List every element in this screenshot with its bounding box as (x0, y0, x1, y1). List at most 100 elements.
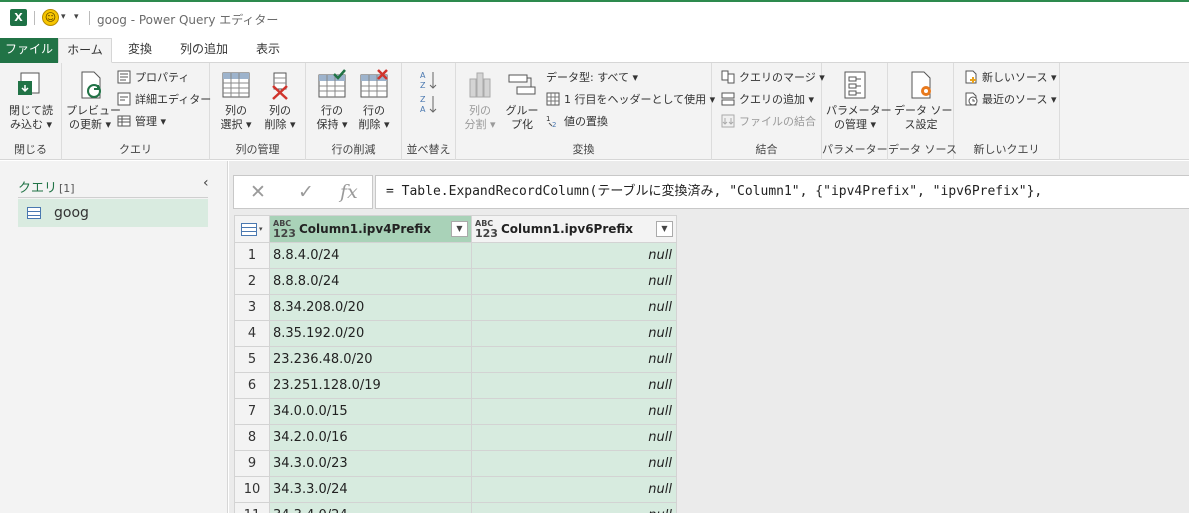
cell-ipv4[interactable]: 34.3.3.0/24 (269, 476, 472, 503)
filter-dropdown-icon[interactable]: ▼ (451, 221, 468, 237)
row-number[interactable]: 10 (234, 476, 270, 503)
refresh-preview-button[interactable]: プレビュー の更新 ▾ (66, 69, 121, 132)
sort-group-label: 並べ替え (406, 143, 451, 156)
cancel-formula-icon[interactable]: ✕ (250, 181, 266, 203)
row-number[interactable]: 4 (234, 320, 270, 347)
cell-ipv4[interactable]: 34.3.0.0/23 (269, 450, 472, 477)
tab-add-column[interactable]: 列の追加 (170, 38, 238, 63)
keep-rows-label-2: 保持 ▾ (316, 118, 348, 131)
cell-ipv4[interactable]: 8.8.8.0/24 (269, 268, 472, 295)
split-column-button[interactable]: 列の 分割 ▾ (460, 69, 500, 132)
manage-parameters-icon (839, 69, 871, 101)
merge-queries-button[interactable]: クエリのマージ ▾ (721, 69, 825, 87)
cell-ipv4[interactable]: 8.35.192.0/20 (269, 320, 472, 347)
remove-rows-button[interactable]: 行の 削除 ▾ (354, 69, 394, 132)
excel-icon[interactable]: X (10, 9, 27, 26)
table-row: 8 34.2.0.0/16 null (234, 424, 677, 451)
cell-ipv6[interactable]: null (471, 294, 677, 321)
row-number[interactable]: 11 (234, 502, 270, 513)
tab-transform[interactable]: 変換 (114, 38, 166, 63)
column-header-ipv6[interactable]: ABC 123 Column1.ipv6Prefix ▼ (471, 215, 677, 243)
table-row: 6 23.251.128.0/19 null (234, 372, 677, 399)
keep-rows-button[interactable]: 行の 保持 ▾ (312, 69, 352, 132)
table-row: 2 8.8.8.0/24 null (234, 268, 677, 295)
cell-ipv4[interactable]: 8.34.208.0/20 (269, 294, 472, 321)
choose-columns-label-1: 列の (225, 104, 247, 117)
sort-descending-button[interactable]: ZA (419, 93, 439, 115)
row-number[interactable]: 5 (234, 346, 270, 373)
title-bar: X ☺ ▾ ▾ goog - Power Query エディター (0, 0, 1189, 34)
cell-ipv4[interactable]: 23.236.48.0/20 (269, 346, 472, 373)
row-number[interactable]: 6 (234, 372, 270, 399)
quick-access-customize-icon[interactable]: ▾ (74, 12, 79, 22)
data-type-dropdown[interactable]: データ型: すべて ▾ (546, 69, 638, 87)
choose-columns-button[interactable]: 列の 選択 ▾ (216, 69, 256, 132)
close-and-load-button[interactable]: 閉じて読 み込む ▾ (6, 69, 56, 132)
queries-pane-divider (18, 197, 208, 198)
tab-view[interactable]: 表示 (243, 38, 293, 63)
properties-button[interactable]: プロパティ (117, 69, 189, 87)
row-number[interactable]: 7 (234, 398, 270, 425)
cell-ipv6[interactable]: null (471, 476, 677, 503)
filter-dropdown-icon[interactable]: ▼ (656, 221, 673, 237)
ribbon: 閉じて読 み込む ▾ 閉じる プレビュー の更新 ▾ プロパティ 詳細エディター… (0, 63, 1189, 160)
confirm-formula-icon[interactable]: ✓ (298, 181, 314, 203)
table-row: 1 8.8.4.0/24 null (234, 242, 677, 269)
feedback-dropdown-icon[interactable]: ▾ (61, 12, 66, 22)
smiley-feedback-icon[interactable]: ☺ (42, 9, 59, 26)
cell-ipv4[interactable]: 34.0.0.0/15 (269, 398, 472, 425)
refresh-label-2: の更新 ▾ (68, 118, 112, 131)
close-and-load-icon (15, 69, 47, 101)
tab-file[interactable]: ファイル (0, 38, 58, 63)
formula-bar: ✕ ✓ fx = Table.ExpandRecordColumn(テーブルに変… (233, 175, 1189, 209)
cell-ipv6[interactable]: null (471, 320, 677, 347)
combine-files-button[interactable]: ファイルの結合 (721, 113, 816, 131)
advanced-editor-button[interactable]: 詳細エディター (117, 91, 211, 109)
manage-button[interactable]: 管理 ▾ (117, 113, 166, 131)
replace-values-button[interactable]: 1 2 値の置換 (546, 113, 608, 131)
group-by-button[interactable]: グルー プ化 (502, 69, 542, 132)
sort-group: AZ ZA 並べ替え (402, 63, 456, 160)
cell-ipv4[interactable]: 8.8.4.0/24 (269, 242, 472, 269)
new-query-group: 新しいソース ▾ 最近のソース ▾ 新しいクエリ (954, 63, 1060, 160)
choose-columns-icon (220, 69, 252, 101)
cell-ipv6[interactable]: null (471, 372, 677, 399)
cell-ipv6[interactable]: null (471, 398, 677, 425)
use-first-row-as-headers-button[interactable]: 1 行目をヘッダーとして使用 ▾ (546, 91, 715, 109)
remove-columns-label-1: 列の (269, 104, 291, 117)
data-grid: ▾ ABC 123 Column1.ipv4Prefix ▼ ABC 123 Colum… (234, 215, 677, 513)
new-source-label: 新しいソース ▾ (982, 71, 1057, 84)
tab-home[interactable]: ホーム (58, 38, 112, 63)
parameters-group-label: パラメーター (822, 143, 888, 156)
cell-ipv6[interactable]: null (471, 242, 677, 269)
row-number[interactable]: 9 (234, 450, 270, 477)
cell-ipv4[interactable]: 34.2.0.0/16 (269, 424, 472, 451)
replace-values-icon: 12 (546, 114, 560, 129)
append-queries-button[interactable]: クエリの追加 ▾ (721, 91, 814, 109)
collapse-pane-icon[interactable]: ‹ (203, 175, 209, 191)
row-number[interactable]: 2 (234, 268, 270, 295)
cell-ipv6[interactable]: null (471, 346, 677, 373)
cell-ipv6[interactable]: null (471, 424, 677, 451)
recent-sources-button[interactable]: 最近のソース ▾ (964, 91, 1056, 109)
query-item-label: goog (54, 205, 89, 221)
row-number[interactable]: 1 (234, 242, 270, 269)
cell-ipv4[interactable]: 34.3.4.0/24 (269, 502, 472, 513)
table-menu-button[interactable]: ▾ (234, 215, 270, 243)
row-number[interactable]: 3 (234, 294, 270, 321)
fx-icon[interactable]: fx (340, 181, 358, 203)
new-source-button[interactable]: 新しいソース ▾ (964, 69, 1056, 87)
remove-columns-button[interactable]: 列の 削除 ▾ (260, 69, 300, 132)
sort-ascending-button[interactable]: AZ (419, 69, 439, 91)
data-source-settings-button[interactable]: データ ソー ス設定 (894, 69, 953, 132)
manage-parameters-button[interactable]: パラメーター の管理 ▾ (826, 69, 892, 132)
column-header-ipv4[interactable]: ABC 123 Column1.ipv4Prefix ▼ (269, 215, 472, 243)
cell-ipv6[interactable]: null (471, 450, 677, 477)
query-item-goog[interactable]: goog (18, 199, 208, 227)
cell-ipv6[interactable]: null (471, 268, 677, 295)
cell-ipv6[interactable]: null (471, 502, 677, 513)
remove-rows-label-2: 削除 ▾ (358, 118, 390, 131)
formula-input[interactable]: = Table.ExpandRecordColumn(テーブルに変換済み, "C… (375, 175, 1189, 209)
row-number[interactable]: 8 (234, 424, 270, 451)
cell-ipv4[interactable]: 23.251.128.0/19 (269, 372, 472, 399)
